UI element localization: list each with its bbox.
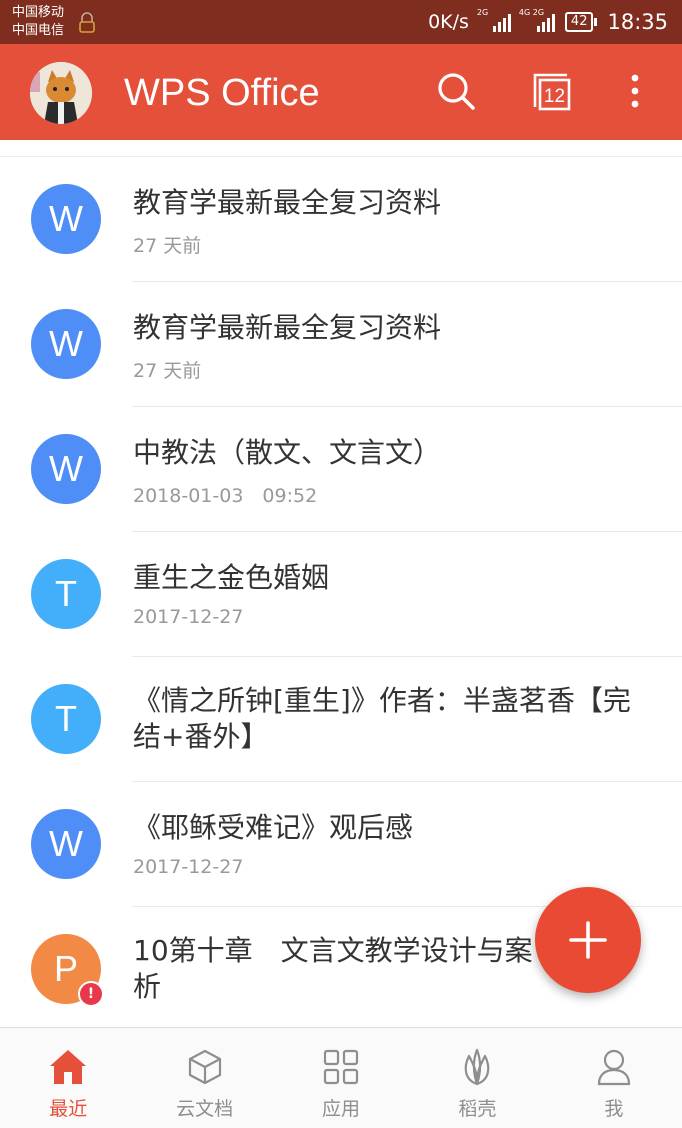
word-doc-icon: W	[31, 809, 101, 879]
file-time: 27 天前	[133, 360, 202, 382]
search-icon	[438, 73, 475, 110]
tabs-icon: 12	[533, 73, 571, 111]
leaf-icon	[456, 1046, 498, 1088]
net-speed: 0K/s	[428, 11, 469, 33]
file-title: 教育学最新最全复习资料	[133, 186, 442, 219]
signal-icon-1: 2G	[477, 8, 511, 32]
battery-icon: 42	[564, 12, 598, 32]
file-title: 重生之金色婚姻	[133, 561, 330, 594]
file-title: 《耶稣受难记》观后感	[133, 811, 414, 844]
file-title: 《情之所钟[重生]》作者：半盏茗香【完结+番外】	[133, 684, 631, 753]
signal-icon-2: 4G 2G	[519, 8, 555, 32]
alert-badge-icon: !	[78, 981, 104, 1007]
file-time: 27 天前	[133, 235, 202, 257]
carrier-2: 中国电信	[12, 23, 65, 38]
word-doc-icon: W	[31, 184, 101, 254]
nav-cloud-docs[interactable]: 云文档	[136, 1028, 272, 1128]
file-title: 10第十章 文言文教学设计与案析	[133, 934, 533, 1003]
carrier-info: 中国移动 中国电信	[12, 4, 64, 40]
list-item[interactable]: W 教育学最新最全复习资料 27 天前	[0, 157, 682, 282]
search-button[interactable]	[431, 66, 481, 116]
file-title: 教育学最新最全复习资料	[133, 311, 442, 344]
word-doc-icon: W	[31, 309, 101, 379]
file-time: 2017-12-27	[133, 856, 244, 878]
cube-icon	[184, 1046, 226, 1088]
file-time: 2017-12-27	[133, 606, 244, 628]
person-icon	[593, 1046, 635, 1088]
clock: 18:35	[607, 10, 668, 34]
home-icon	[47, 1046, 89, 1088]
avatar[interactable]	[30, 62, 92, 124]
more-button[interactable]	[610, 66, 660, 116]
plus-icon	[569, 921, 607, 959]
cat-avatar-icon	[30, 62, 92, 124]
file-time: 2018-01-03 09:52	[133, 485, 318, 507]
tabs-button[interactable]: 12	[526, 66, 576, 116]
list-item[interactable]: W 教育学最新最全复习资料 27 天前	[0, 282, 682, 407]
word-doc-icon: W	[31, 434, 101, 504]
list-item[interactable]: W 中教法（散文、文言文） 2018-01-03 09:52	[0, 407, 682, 532]
nav-docer[interactable]: 稻壳	[409, 1028, 545, 1128]
status-bar: 中国移动 中国电信 0K/s 2G 4G 2G 42 18:35	[0, 0, 682, 44]
text-doc-icon: T	[31, 559, 101, 629]
more-vert-icon	[631, 74, 639, 108]
nav-label: 应用	[322, 1098, 361, 1120]
app-title: WPS Office	[124, 72, 320, 114]
nav-apps[interactable]: 应用	[273, 1028, 409, 1128]
nav-label: 我	[604, 1098, 624, 1120]
new-document-fab[interactable]	[535, 887, 641, 993]
list-item[interactable]: T 重生之金色婚姻 2017-12-27	[0, 532, 682, 657]
nav-label: 云文档	[176, 1098, 234, 1120]
nav-label: 最近	[49, 1098, 88, 1120]
bottom-navigation: 最近 云文档 应用 稻壳 我	[0, 1027, 682, 1128]
app-bar: WPS Office 12	[0, 44, 682, 140]
nav-me[interactable]: 我	[546, 1028, 682, 1128]
grid-icon	[320, 1046, 362, 1088]
list-item[interactable]: T 《情之所钟[重生]》作者：半盏茗香【完结+番外】	[0, 657, 682, 782]
nav-recent[interactable]: 最近	[0, 1028, 136, 1128]
file-title: 中教法（散文、文言文）	[133, 436, 442, 469]
nav-label: 稻壳	[458, 1098, 497, 1120]
text-doc-icon: T	[31, 684, 101, 754]
sim-lock-icon	[79, 12, 95, 33]
battery-level: 42	[564, 12, 594, 32]
tab-count: 12	[544, 86, 565, 107]
carrier-1: 中国移动	[12, 5, 65, 20]
